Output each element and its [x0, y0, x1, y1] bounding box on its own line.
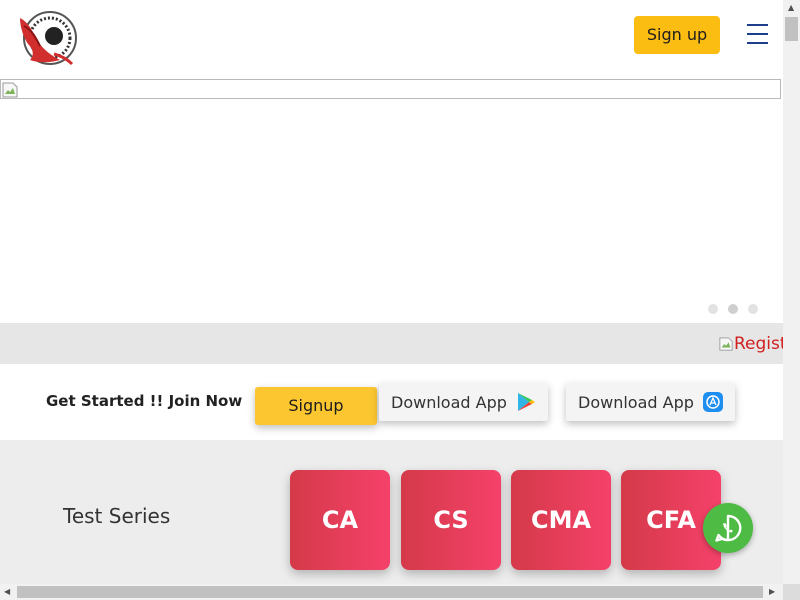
test-card-cs[interactable]: CS [401, 470, 501, 570]
signup-cta-button[interactable]: Signup [255, 387, 377, 425]
carousel-dot[interactable] [748, 304, 758, 314]
announcement-strip: Regist [0, 323, 783, 364]
site-header: Sign up [0, 0, 783, 79]
test-series-title: Test Series [63, 504, 171, 528]
get-started-text: Get Started !! Join Now [46, 392, 243, 410]
page-viewport: Sign up Regist Get Started !! Join Now S… [0, 0, 783, 584]
scrollbar-corner [783, 584, 800, 600]
broken-image-icon [719, 337, 733, 351]
carousel-dot[interactable] [708, 304, 718, 314]
download-android-button[interactable]: Download App [379, 383, 548, 421]
download-ios-label: Download App [578, 392, 694, 412]
whatsapp-icon [715, 514, 742, 542]
register-image-link[interactable]: Regist [719, 335, 783, 353]
app-store-icon [702, 392, 723, 412]
carousel-dot-active[interactable] [728, 304, 738, 314]
whatsapp-chat-button[interactable] [703, 503, 753, 553]
banner-image[interactable] [0, 79, 781, 99]
menu-bar [747, 24, 768, 26]
horizontal-scrollbar[interactable]: ◀ ▶ [0, 584, 783, 600]
eagle-logo-icon[interactable] [14, 8, 80, 72]
download-android-label: Download App [391, 392, 507, 412]
horizontal-scroll-thumb[interactable] [17, 586, 763, 598]
vertical-scroll-thumb[interactable] [785, 17, 798, 41]
vertical-scrollbar[interactable]: ▲ [783, 0, 800, 584]
hamburger-menu-icon[interactable] [747, 24, 769, 44]
menu-bar [747, 42, 768, 44]
scroll-right-arrow-icon[interactable]: ▶ [769, 587, 775, 596]
google-play-icon [517, 393, 535, 411]
signup-button[interactable]: Sign up [634, 16, 720, 54]
get-started-section: Get Started !! Join Now Signup Download … [0, 364, 783, 440]
download-ios-button[interactable]: Download App [566, 383, 735, 421]
test-series-section: Test Series CA CS CMA CFA [0, 440, 783, 584]
scroll-up-arrow-icon[interactable]: ▲ [788, 3, 794, 12]
scroll-left-arrow-icon[interactable]: ◀ [4, 587, 10, 596]
test-card-ca[interactable]: CA [290, 470, 390, 570]
register-alt-text: Regist [734, 334, 783, 354]
menu-bar [747, 33, 768, 35]
test-card-cma[interactable]: CMA [511, 470, 611, 570]
carousel [0, 99, 783, 323]
broken-image-icon [2, 82, 18, 98]
